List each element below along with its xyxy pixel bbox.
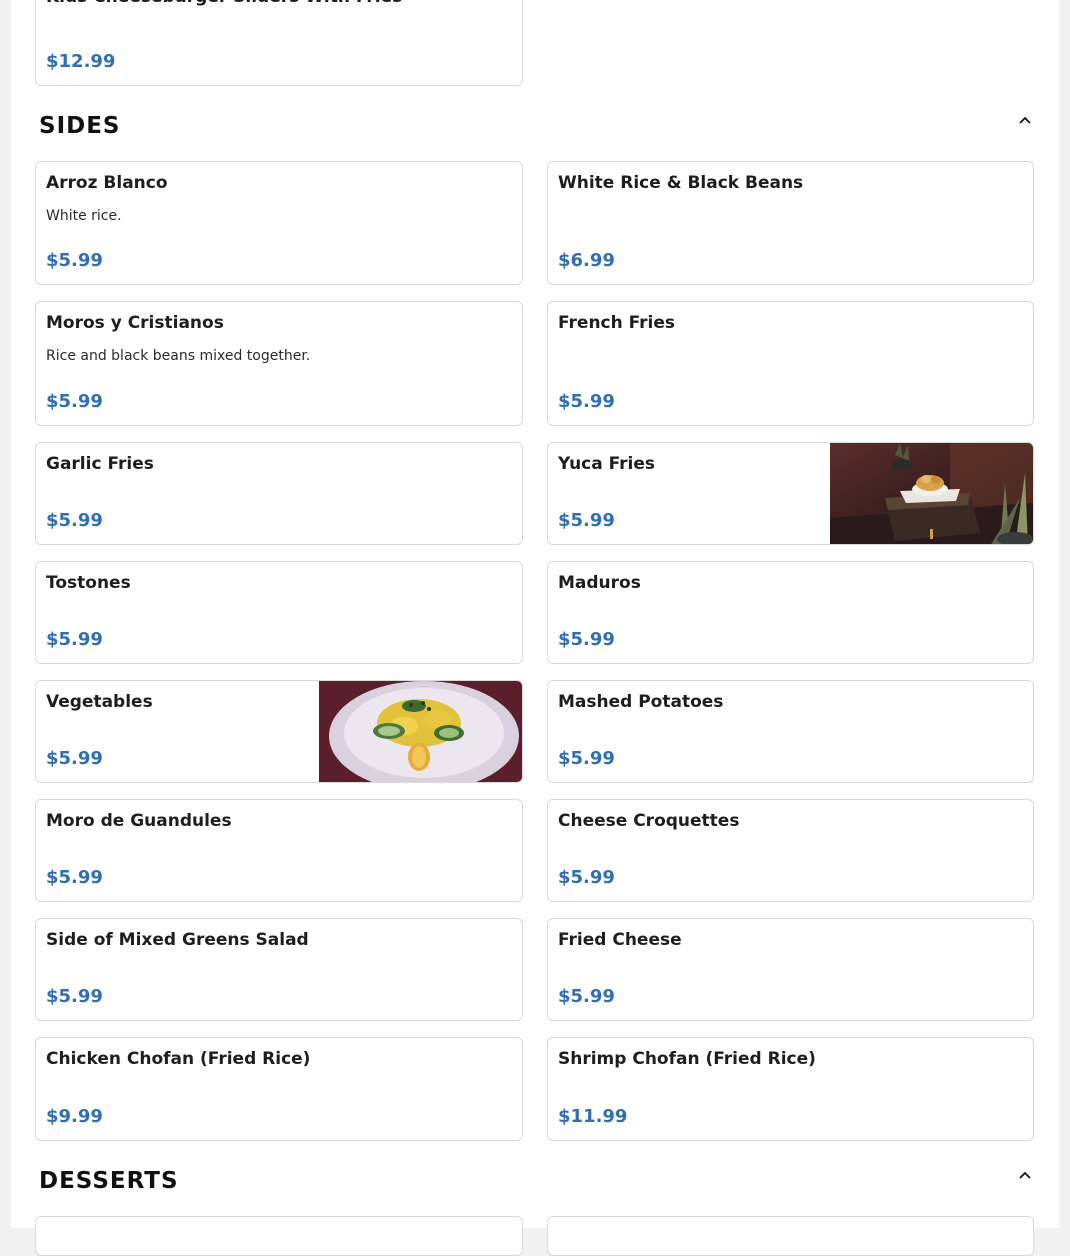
item-price: $12.99 [46, 51, 116, 72]
item-price: $5.99 [46, 748, 103, 769]
item-price: $5.99 [558, 629, 615, 650]
menu-item-yuca-fries[interactable]: Yuca Fries $5.99 [547, 442, 1034, 545]
section-title-sides: SIDES [39, 113, 121, 139]
menu-item-mashed-potatoes[interactable]: Mashed Potatoes $5.99 [547, 680, 1034, 783]
menu-item-fried-cheese[interactable]: Fried Cheese $5.99 [547, 918, 1034, 1021]
menu-item-kids-cheeseburger-sliders[interactable]: Kids Cheeseburger Sliders With Fries $12… [35, 0, 523, 86]
menu-item-shrimp-chofan[interactable]: Shrimp Chofan (Fried Rice) $11.99 [547, 1037, 1034, 1141]
item-price: $5.99 [46, 629, 103, 650]
vegetables-photo [319, 681, 522, 782]
item-price: $5.99 [558, 391, 615, 412]
item-price: $5.99 [558, 986, 615, 1007]
item-name: Shrimp Chofan (Fried Rice) [558, 1049, 816, 1069]
item-description: Rice and black beans mixed together. [46, 348, 311, 364]
item-name: Vegetables [46, 692, 153, 712]
menu-item-garlic-fries[interactable]: Garlic Fries $5.99 [35, 442, 523, 545]
item-price: $5.99 [558, 748, 615, 769]
menu-item-vegetables[interactable]: Vegetables $5.99 [35, 680, 523, 783]
item-name: Moros y Cristianos [46, 313, 224, 333]
chevron-up-icon[interactable] [1015, 110, 1035, 130]
item-name: French Fries [558, 313, 676, 333]
item-price: $9.99 [46, 1106, 103, 1127]
item-name: Garlic Fries [46, 454, 154, 474]
menu-item-moro-de-guandules[interactable]: Moro de Guandules $5.99 [35, 799, 523, 902]
item-name: Cheese Croquettes [558, 811, 740, 831]
menu-item-dessert[interactable] [35, 1216, 523, 1256]
menu-item-arroz-blanco[interactable]: Arroz Blanco White rice. $5.99 [35, 161, 523, 285]
item-price: $11.99 [558, 1106, 628, 1127]
section-title-desserts: DESSERTS [39, 1168, 179, 1194]
menu-item-maduros[interactable]: Maduros $5.99 [547, 561, 1034, 664]
item-name: Moro de Guandules [46, 811, 232, 831]
item-name: Arroz Blanco [46, 173, 168, 193]
item-name: Yuca Fries [558, 454, 656, 474]
item-name: Side of Mixed Greens Salad [46, 930, 309, 950]
menu-item-tostones[interactable]: Tostones $5.99 [35, 561, 523, 664]
item-name: Tostones [46, 573, 131, 593]
chevron-up-icon[interactable] [1015, 1165, 1035, 1185]
menu-page: Kids Cheeseburger Sliders With Fries $12… [11, 0, 1059, 1256]
menu-item-mixed-greens-salad[interactable]: Side of Mixed Greens Salad $5.99 [35, 918, 523, 1021]
item-name: Maduros [558, 573, 641, 593]
menu-item-chicken-chofan[interactable]: Chicken Chofan (Fried Rice) $9.99 [35, 1037, 523, 1141]
item-price: $5.99 [46, 510, 103, 531]
menu-item-dessert[interactable] [547, 1216, 1034, 1256]
item-name: White Rice & Black Beans [558, 173, 804, 193]
yuca-fries-photo [830, 443, 1033, 544]
item-price: $5.99 [46, 250, 103, 271]
item-name: Kids Cheeseburger Sliders With Fries [46, 0, 402, 8]
menu-item-french-fries[interactable]: French Fries $5.99 [547, 301, 1034, 426]
item-price: $5.99 [558, 867, 615, 888]
item-price: $5.99 [46, 391, 103, 412]
menu-item-moros-y-cristianos[interactable]: Moros y Cristianos Rice and black beans … [35, 301, 523, 426]
item-price: $5.99 [558, 510, 615, 531]
item-description: White rice. [46, 208, 122, 224]
item-name: Fried Cheese [558, 930, 682, 950]
item-price: $5.99 [46, 867, 103, 888]
menu-item-white-rice-black-beans[interactable]: White Rice & Black Beans $6.99 [547, 161, 1034, 285]
item-price: $5.99 [46, 986, 103, 1007]
menu-item-cheese-croquettes[interactable]: Cheese Croquettes $5.99 [547, 799, 1034, 902]
item-name: Mashed Potatoes [558, 692, 724, 712]
item-name: Chicken Chofan (Fried Rice) [46, 1049, 311, 1069]
item-price: $6.99 [558, 250, 615, 271]
